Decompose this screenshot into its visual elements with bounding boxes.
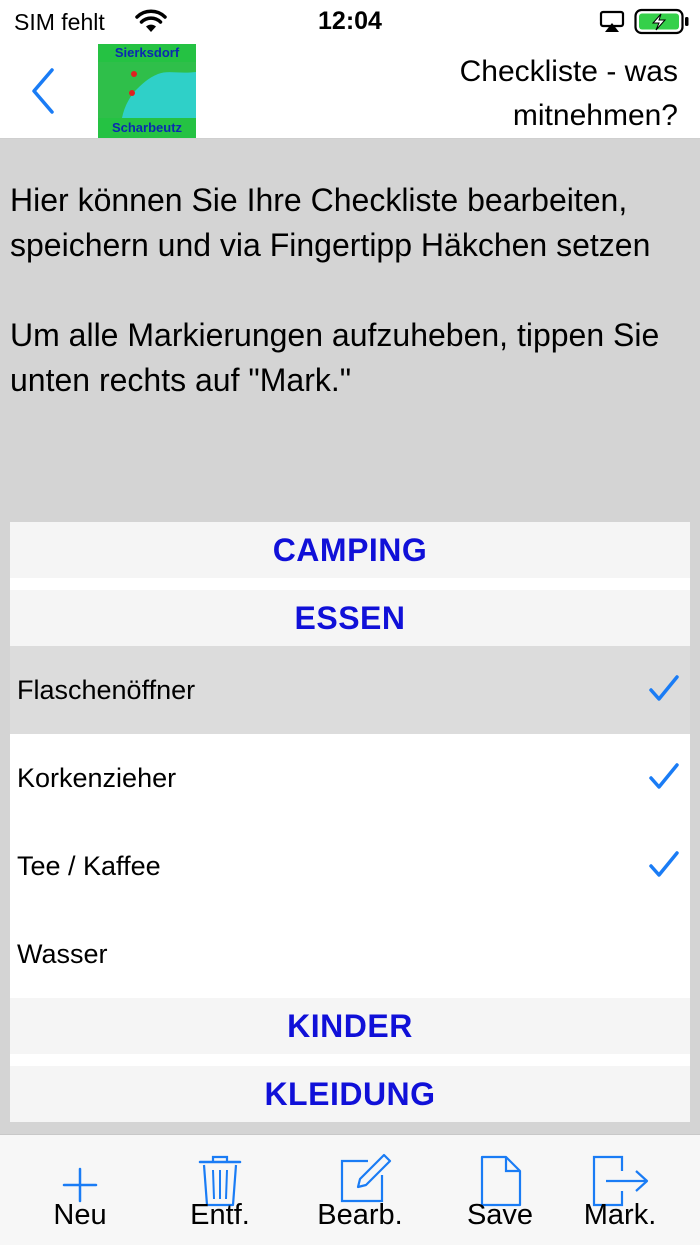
item-label: Wasser <box>17 938 108 969</box>
clock: 12:04 <box>318 7 382 35</box>
checklist-item[interactable]: Flaschenöffner <box>10 646 690 734</box>
save-button[interactable]: Save <box>450 1135 550 1245</box>
item-label: Flaschenöffner <box>17 674 196 705</box>
section-title: KINDER <box>287 1007 413 1044</box>
app-logo: Sierksdorf Scharbeutz <box>98 44 196 138</box>
checklist-table: CAMPING ESSEN Flaschenöffner Korkenziehe… <box>10 522 690 1122</box>
delete-button[interactable]: Entf. <box>170 1135 270 1245</box>
intro-paragraph: Hier können Sie Ihre Checkliste bearbeit… <box>10 182 651 263</box>
item-label: Korkenzieher <box>17 762 177 793</box>
section-header-kleidung[interactable]: KLEIDUNG <box>10 1066 690 1122</box>
checkmark-icon <box>649 675 679 701</box>
edit-button-label: Bearb. <box>317 1199 403 1231</box>
map-icon <box>98 62 196 118</box>
plus-icon <box>62 1167 98 1203</box>
mark-button[interactable]: Mark. <box>570 1135 670 1245</box>
section-title: CAMPING <box>272 531 428 568</box>
section-header-camping[interactable]: CAMPING <box>10 522 690 578</box>
checklist-item[interactable]: Wasser <box>10 910 690 998</box>
section-header-kinder[interactable]: KINDER <box>10 998 690 1054</box>
section-header-essen[interactable]: ESSEN <box>10 590 690 646</box>
logo-bottom-label: Scharbeutz <box>98 118 196 138</box>
section-title: ESSEN <box>294 599 406 636</box>
item-label: Tee / Kaffee <box>17 850 161 881</box>
intro-text: Hier können Sie Ihre Checkliste bearbeit… <box>10 178 690 403</box>
compose-icon <box>340 1153 392 1203</box>
battery-icon <box>634 8 690 41</box>
back-button[interactable] <box>26 66 66 116</box>
navigation-bar: Sierksdorf Scharbeutz Checkliste - was m… <box>0 44 700 139</box>
checkmark-icon <box>649 851 679 877</box>
new-button[interactable]: Neu <box>30 1135 130 1245</box>
edit-button[interactable]: Bearb. <box>305 1135 415 1245</box>
chevron-left-icon <box>32 68 54 114</box>
checklist-item[interactable]: Tee / Kaffee <box>10 822 690 910</box>
status-bar: SIM fehlt 12:04 <box>0 0 700 44</box>
checklist-item[interactable]: Korkenzieher <box>10 734 690 822</box>
airplay-icon <box>599 10 625 39</box>
section-title: KLEIDUNG <box>264 1075 436 1112</box>
bottom-toolbar: Neu Entf. Bearb. Save Mark. <box>0 1134 700 1245</box>
logo-top-label: Sierksdorf <box>98 44 196 62</box>
intro-paragraph: Um alle Markierungen aufzuheben, tippen … <box>10 317 660 398</box>
delete-button-label: Entf. <box>190 1199 250 1231</box>
mark-button-label: Mark. <box>583 1199 657 1231</box>
checkmark-icon <box>649 763 679 789</box>
save-button-label: Save <box>466 1199 534 1231</box>
new-button-label: Neu <box>53 1199 107 1231</box>
page-title: Checkliste - was mitnehmen? <box>459 55 678 132</box>
